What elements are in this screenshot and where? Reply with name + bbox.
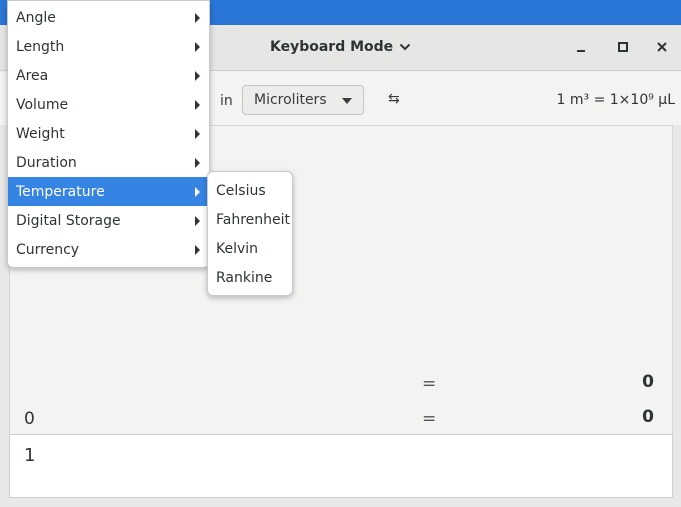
close-icon <box>657 42 667 52</box>
submenu-item-label: Rankine <box>216 269 273 286</box>
menu-item-label: Weight <box>16 125 65 142</box>
equals-sign: = <box>422 374 437 394</box>
submenu-arrow-icon <box>195 71 200 81</box>
dropdown-arrow-icon <box>342 98 352 104</box>
chevron-down-icon <box>399 43 411 51</box>
menu-item-temperature[interactable]: Temperature <box>8 177 209 206</box>
menu-item-label: Area <box>16 67 49 84</box>
expression-entry[interactable]: 1 <box>9 434 673 498</box>
menu-item-label: Temperature <box>16 183 105 200</box>
unit-category-menu: Angle Length Area Volume Weight Duration… <box>7 0 210 268</box>
menu-item-label: Length <box>16 38 65 55</box>
in-label: in <box>220 93 233 109</box>
submenu-arrow-icon <box>195 245 200 255</box>
history-row[interactable]: = 0 <box>10 366 674 400</box>
submenu-arrow-icon <box>195 158 200 168</box>
target-unit-value: Microliters <box>254 92 327 108</box>
conversion-ratio: 1 m³ = 1×10⁹ µL <box>556 92 675 108</box>
submenu-arrow-icon <box>195 42 200 52</box>
menu-item-weight[interactable]: Weight <box>8 119 209 148</box>
minimize-button[interactable] <box>571 37 591 57</box>
submenu-arrow-icon <box>195 100 200 110</box>
history-result: 0 <box>642 407 654 427</box>
menu-item-label: Duration <box>16 154 77 171</box>
submenu-arrow-icon <box>195 187 200 197</box>
menu-item-label: Angle <box>16 9 56 26</box>
mode-menu-button[interactable]: Keyboard Mode <box>262 32 419 62</box>
maximize-icon <box>618 42 628 52</box>
submenu-arrow-icon <box>195 13 200 23</box>
menu-item-label: Currency <box>16 241 80 258</box>
submenu-item-fahrenheit[interactable]: Fahrenheit <box>208 205 292 234</box>
submenu-item-label: Fahrenheit <box>216 211 291 228</box>
menu-item-currency[interactable]: Currency <box>8 235 209 264</box>
submenu-item-celsius[interactable]: Celsius <box>208 176 292 205</box>
menu-item-label: Volume <box>16 96 69 113</box>
close-button[interactable] <box>652 37 672 57</box>
menu-item-duration[interactable]: Duration <box>8 148 209 177</box>
swap-units-button[interactable]: ⇆ <box>388 91 400 107</box>
target-unit-select[interactable]: Microliters <box>242 85 364 115</box>
submenu-arrow-icon <box>195 216 200 226</box>
submenu-item-label: Kelvin <box>216 240 259 257</box>
temperature-submenu: Celsius Fahrenheit Kelvin Rankine <box>207 171 293 296</box>
submenu-item-rankine[interactable]: Rankine <box>208 263 292 292</box>
history-row[interactable]: 0 = 0 <box>10 401 674 435</box>
maximize-button[interactable] <box>613 37 633 57</box>
menu-item-length[interactable]: Length <box>8 32 209 61</box>
submenu-arrow-icon <box>195 129 200 139</box>
equals-sign: = <box>422 409 437 429</box>
submenu-item-label: Celsius <box>216 182 266 199</box>
history-result: 0 <box>642 372 654 392</box>
entry-value: 1 <box>24 445 36 466</box>
menu-item-volume[interactable]: Volume <box>8 90 209 119</box>
window-title: Keyboard Mode <box>270 39 394 55</box>
history-input: 0 <box>24 409 35 429</box>
menu-item-angle[interactable]: Angle <box>8 3 209 32</box>
menu-item-label: Digital Storage <box>16 212 121 229</box>
minimize-icon <box>577 50 585 52</box>
menu-item-digital-storage[interactable]: Digital Storage <box>8 206 209 235</box>
menu-item-area[interactable]: Area <box>8 61 209 90</box>
submenu-item-kelvin[interactable]: Kelvin <box>208 234 292 263</box>
